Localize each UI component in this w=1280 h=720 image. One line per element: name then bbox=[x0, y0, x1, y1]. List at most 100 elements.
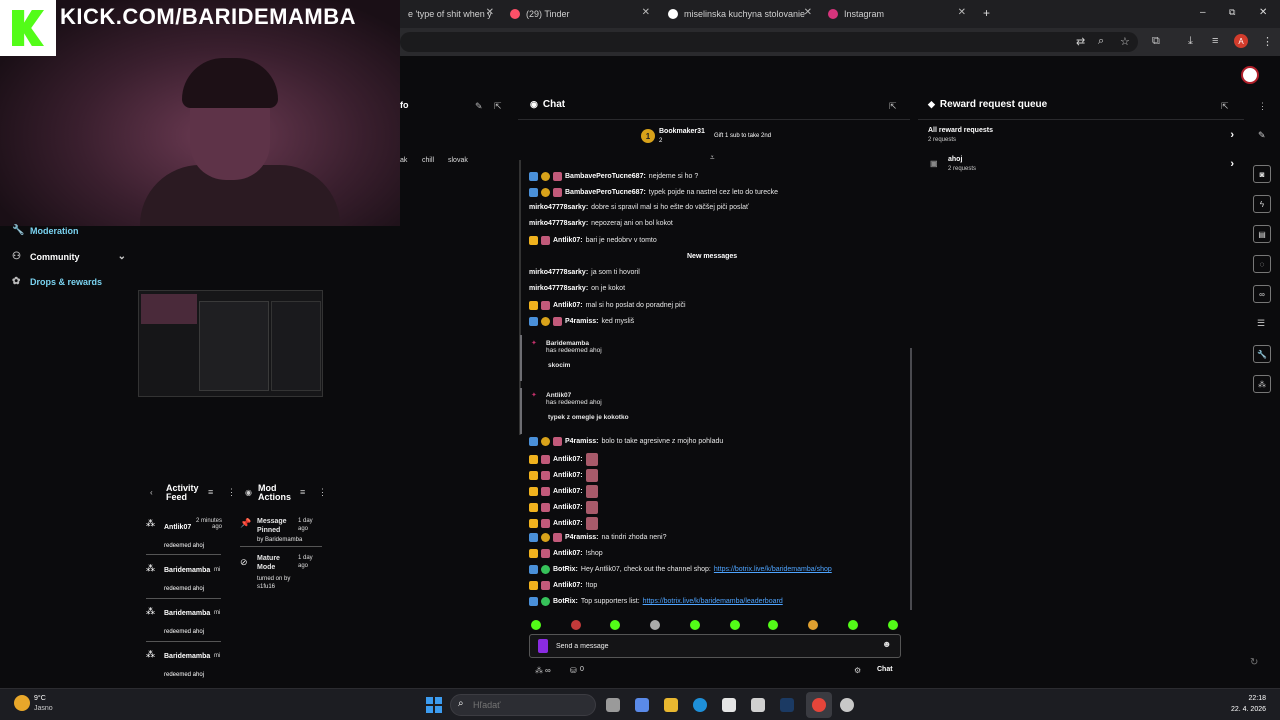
mic-icon[interactable] bbox=[538, 639, 548, 653]
close-tab-icon[interactable]: ✕ bbox=[958, 7, 966, 18]
sidebar-item-drops[interactable]: ✿ Drops & rewards bbox=[12, 276, 102, 287]
pencil-icon[interactable]: ✎ bbox=[1258, 130, 1266, 141]
chat-username[interactable]: Antlik07: bbox=[553, 520, 583, 527]
chat-message-input[interactable] bbox=[556, 640, 876, 653]
chat-username[interactable]: P4ramiss: bbox=[565, 534, 598, 541]
rail-button-camera[interactable]: ◙ bbox=[1253, 165, 1271, 183]
steam-icon[interactable] bbox=[780, 698, 794, 712]
chat-username[interactable]: Antlik07: bbox=[553, 582, 583, 589]
pinned-gift-banner[interactable]: 1 Bookmaker31 2 Gift 1 sub to take 2nd bbox=[641, 128, 791, 148]
chat-username[interactable]: mirko47778sarky: bbox=[529, 285, 588, 292]
chat-username[interactable]: P4ramiss: bbox=[565, 318, 598, 325]
zoom-icon[interactable]: ⌕ bbox=[1098, 35, 1104, 48]
bookmark-star-icon[interactable]: ☆ bbox=[1120, 35, 1130, 48]
popout-icon[interactable]: ⇱ bbox=[889, 101, 897, 112]
media-icon[interactable]: ≡ bbox=[1212, 35, 1218, 47]
close-tab-icon[interactable]: ✕ bbox=[486, 7, 494, 18]
reward-queue-item[interactable]: All reward requests 2 requests › bbox=[928, 127, 1234, 143]
quick-emote-icon[interactable] bbox=[610, 620, 620, 630]
rail-button-link[interactable]: ∞ bbox=[1253, 285, 1271, 303]
download-icon[interactable]: ⤓ bbox=[1188, 35, 1193, 48]
edit-icon[interactable]: ✎ bbox=[475, 101, 483, 112]
drag-handle-icon[interactable]: ◉ bbox=[245, 488, 252, 497]
quick-emote-icon[interactable] bbox=[768, 620, 778, 630]
chat-username[interactable]: Antlik07: bbox=[553, 472, 583, 479]
rail-button-document[interactable]: ▤ bbox=[1253, 225, 1271, 243]
chat-username[interactable]: BambavePeroTucne687: bbox=[565, 189, 646, 196]
rail-button-wrench[interactable]: 🔧 bbox=[1253, 345, 1271, 363]
quick-emote-icon[interactable] bbox=[888, 620, 898, 630]
chat-username[interactable]: mirko47778sarky: bbox=[529, 220, 588, 227]
settings-gear-icon[interactable]: ⚙ bbox=[854, 666, 861, 675]
chat-username[interactable]: Antlik07: bbox=[553, 456, 583, 463]
more-icon[interactable]: ⋮ bbox=[227, 487, 236, 498]
app-icon[interactable] bbox=[751, 698, 765, 712]
translate-icon[interactable]: ⇄ bbox=[1076, 35, 1085, 48]
maximize-button[interactable]: ⧉ bbox=[1229, 7, 1235, 18]
chevron-down-icon[interactable]: ⩡ bbox=[710, 153, 715, 163]
chat-username[interactable]: Antlik07: bbox=[553, 237, 583, 244]
browser-tab[interactable]: miselinska kuchyna stolovanie ✕ bbox=[660, 4, 818, 24]
chat-username[interactable]: Antlik07: bbox=[553, 488, 583, 495]
more-icon[interactable]: ⋮ bbox=[1258, 101, 1267, 112]
task-view-icon[interactable] bbox=[606, 698, 620, 712]
windows-start-icon[interactable] bbox=[426, 697, 442, 713]
quick-emote-icon[interactable] bbox=[730, 620, 740, 630]
minimize-button[interactable]: – bbox=[1200, 7, 1206, 18]
filter-icon[interactable]: ≡ bbox=[300, 487, 305, 497]
sidebar-item-moderation[interactable]: 🔧 Moderation bbox=[12, 225, 79, 236]
reward-queue-item[interactable]: ▣ ahoj 2 requests › bbox=[930, 156, 1236, 172]
copilot-icon[interactable] bbox=[635, 698, 649, 712]
quick-emote-icon[interactable] bbox=[650, 620, 660, 630]
rail-button-chat[interactable]: ◌ bbox=[1253, 255, 1271, 273]
close-tab-icon[interactable]: ✕ bbox=[804, 7, 812, 18]
chat-username[interactable]: BotRix: bbox=[553, 598, 578, 605]
app-icon[interactable] bbox=[840, 698, 854, 712]
chat-username[interactable]: P4ramiss: bbox=[565, 438, 598, 445]
close-window-button[interactable]: ✕ bbox=[1259, 7, 1267, 18]
chat-link[interactable]: https://botrix.live/k/baridemamba/shop bbox=[714, 566, 832, 573]
user-avatar[interactable] bbox=[1241, 66, 1259, 84]
chrome-icon[interactable] bbox=[812, 698, 826, 712]
chat-username[interactable]: BambavePeroTucne687: bbox=[565, 173, 646, 180]
rail-button-users[interactable]: ⁂ bbox=[1253, 375, 1271, 393]
popout-icon[interactable]: ⇱ bbox=[494, 101, 502, 112]
profile-avatar[interactable]: A bbox=[1234, 34, 1248, 48]
quick-emote-icon[interactable] bbox=[690, 620, 700, 630]
rail-button-lightning[interactable]: ϟ bbox=[1253, 195, 1271, 213]
emoji-icon[interactable]: ☻ bbox=[882, 639, 891, 649]
close-tab-icon[interactable]: ✕ bbox=[642, 7, 650, 18]
extensions-icon[interactable]: ⧉ bbox=[1152, 35, 1160, 48]
quick-emote-icon[interactable] bbox=[808, 620, 818, 630]
sidebar-item-community[interactable]: ⚇ Community ⌄ bbox=[12, 251, 126, 262]
taskbar-search-input[interactable] bbox=[450, 694, 596, 716]
chat-username[interactable]: Antlik07: bbox=[553, 504, 583, 511]
browser-tab[interactable]: e 'type of shit when y ✕ bbox=[400, 4, 500, 24]
quick-emote-icon[interactable] bbox=[848, 620, 858, 630]
chat-username[interactable]: Antlik07: bbox=[553, 302, 583, 309]
quick-emote-icon[interactable] bbox=[571, 620, 581, 630]
chat-link[interactable]: https://botrix.live/k/baridemamba/leader… bbox=[643, 598, 783, 605]
refresh-icon[interactable]: ↻ bbox=[1250, 657, 1258, 668]
chat-username[interactable]: Antlik07: bbox=[553, 550, 583, 557]
edge-icon[interactable] bbox=[693, 698, 707, 712]
more-icon[interactable]: ⋮ bbox=[318, 487, 327, 498]
file-explorer-icon[interactable] bbox=[664, 698, 678, 712]
store-icon[interactable] bbox=[722, 698, 736, 712]
filter-icon[interactable]: ≡ bbox=[208, 487, 213, 497]
chevron-left-icon[interactable]: ‹ bbox=[150, 488, 153, 497]
list-icon[interactable]: ☰ bbox=[1257, 318, 1265, 329]
browser-tab[interactable]: Instagram ✕ bbox=[820, 4, 972, 24]
url-input[interactable] bbox=[400, 32, 1138, 52]
chat-username[interactable]: BotRix: bbox=[553, 566, 578, 573]
more-menu-icon[interactable]: ⋮ bbox=[1262, 35, 1273, 48]
chat-scrollbar[interactable] bbox=[910, 348, 912, 610]
stream-preview-thumbnail[interactable] bbox=[138, 290, 323, 397]
quick-emote-icon[interactable] bbox=[531, 620, 541, 630]
chat-username[interactable]: mirko47778sarky: bbox=[529, 204, 588, 211]
browser-tab[interactable]: (29) Tinder ✕ bbox=[502, 4, 656, 24]
chat-username[interactable]: mirko47778sarky: bbox=[529, 269, 588, 276]
new-tab-button[interactable]: + bbox=[983, 6, 990, 20]
send-chat-button[interactable]: Chat bbox=[877, 666, 893, 673]
popout-icon[interactable]: ⇱ bbox=[1221, 101, 1229, 112]
